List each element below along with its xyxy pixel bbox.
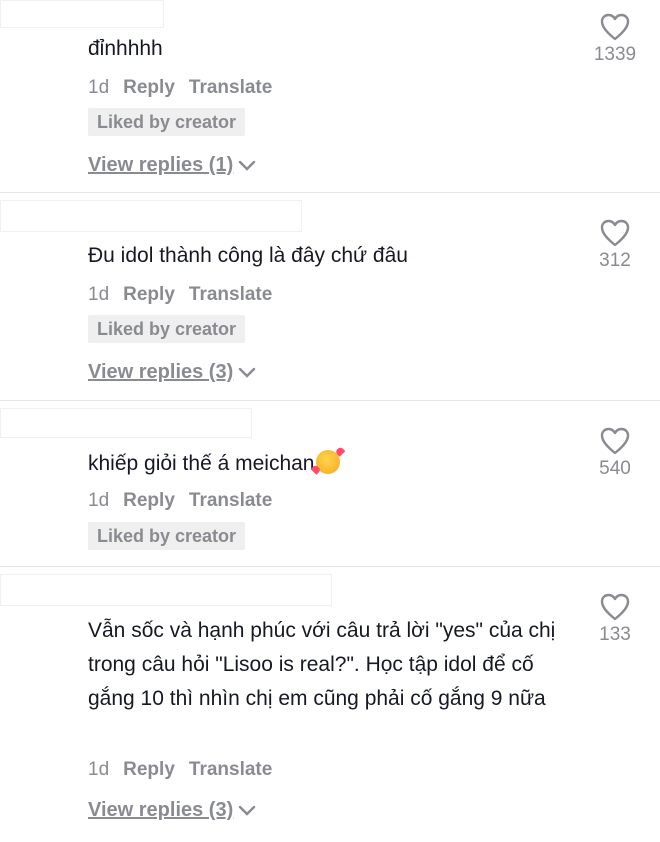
heart-icon [600,593,630,621]
chevron-down-icon [239,367,256,378]
like-count: 312 [599,250,631,271]
like-button[interactable]: 1339 [590,12,640,66]
divider [0,566,660,567]
like-count: 133 [599,624,631,645]
chevron-down-icon [239,160,256,171]
comment-meta: 1d Reply Translate [88,759,272,781]
heart-icon [600,219,630,247]
translate-button[interactable]: Translate [189,77,272,99]
username-redacted [0,408,252,438]
comment-age: 1d [88,284,110,305]
translate-button[interactable]: Translate [189,490,272,512]
heart-icon [600,13,630,41]
reply-button[interactable]: Reply [123,490,175,512]
comment-meta: 1d Reply Translate [88,284,272,306]
liked-by-creator-badge: Liked by creator [88,108,246,136]
chevron-down-icon [239,805,256,816]
comment-text: Đu idol thành công là đây chứ đâu [88,244,408,267]
reply-button[interactable]: Reply [123,284,175,306]
comment-age: 1d [88,77,110,98]
comment-age: 1d [88,490,110,511]
smiling-face-with-hearts-icon [316,450,341,474]
liked-by-creator-badge: Liked by creator [88,522,246,550]
divider [0,400,660,401]
divider [0,192,660,193]
view-replies-button[interactable]: View replies (3) [88,361,257,384]
liked-by-creator-badge: Liked by creator [88,315,246,343]
translate-button[interactable]: Translate [189,759,272,781]
username-redacted [0,574,332,606]
comment-meta: 1d Reply Translate [88,490,272,512]
like-button[interactable]: 133 [590,592,640,646]
like-button[interactable]: 312 [590,218,640,272]
comment-meta: 1d Reply Translate [88,77,272,99]
comment-text-content: khiếp giỏi thế á meichan [88,452,315,475]
reply-button[interactable]: Reply [123,77,175,99]
like-count: 540 [599,458,631,479]
username-redacted [0,0,164,28]
comment-text: đỉnhhhh [88,37,163,60]
comment-text: khiếp giỏi thế á meichan [88,447,588,481]
heart-icon [600,427,630,455]
username-redacted [0,200,302,232]
view-replies-label: View replies (3) [88,799,234,821]
reply-button[interactable]: Reply [123,759,175,781]
comment-text: Vẫn sốc và hạnh phúc với câu trả lời "ye… [88,619,556,710]
translate-button[interactable]: Translate [189,284,272,306]
like-count: 1339 [593,44,637,65]
comment-age: 1d [88,759,110,780]
view-replies-label: View replies (1) [88,154,234,176]
view-replies-button[interactable]: View replies (3) [88,799,257,822]
view-replies-label: View replies (3) [88,361,234,383]
like-button[interactable]: 540 [590,426,640,480]
view-replies-button[interactable]: View replies (1) [88,154,257,177]
